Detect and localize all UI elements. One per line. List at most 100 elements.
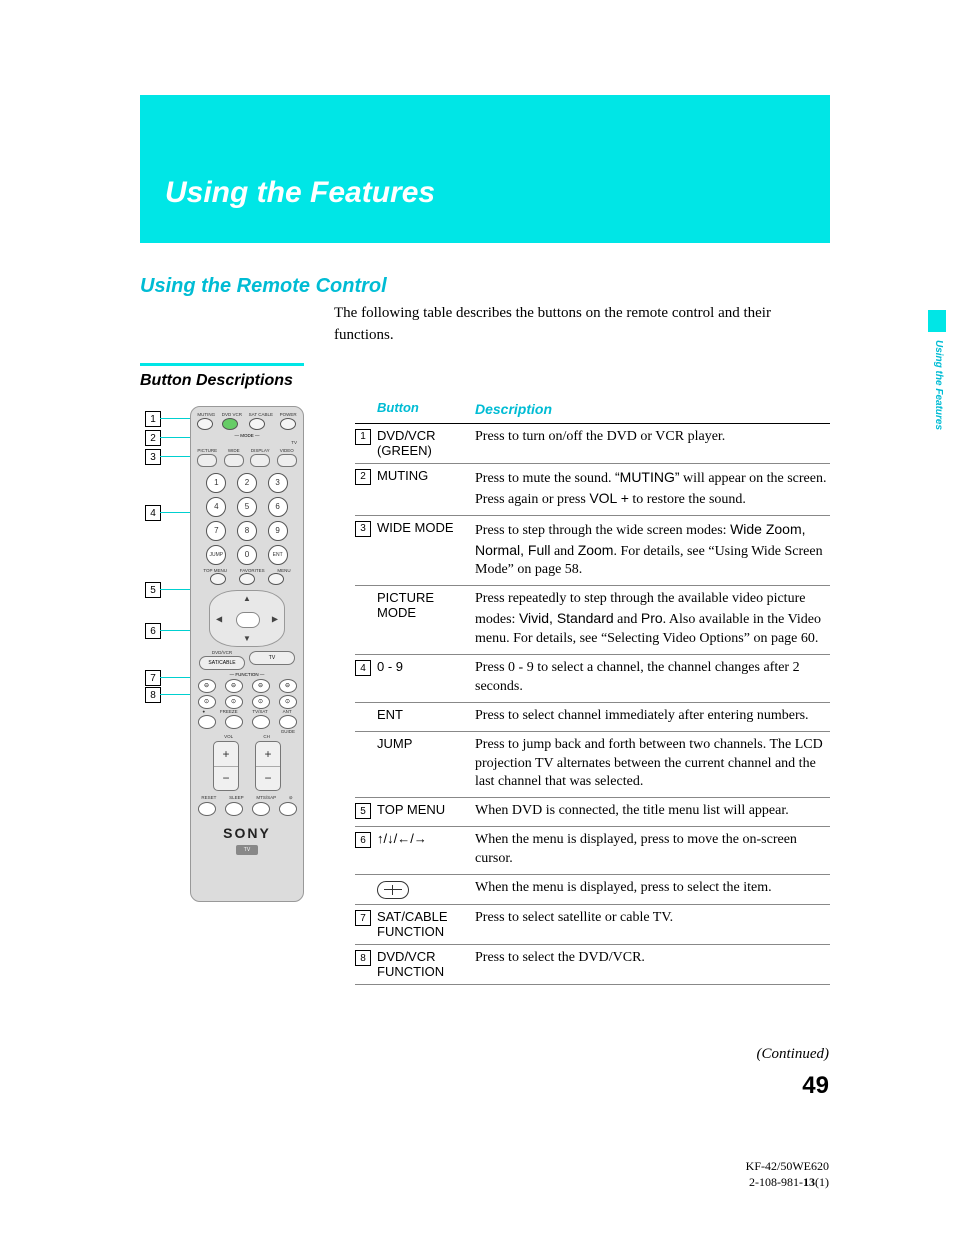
row-button-name: JUMP [377, 736, 475, 751]
lbl-wide: WIDE [224, 449, 244, 454]
numpad-5: 5 [237, 497, 257, 517]
numpad-9: 9 [268, 521, 288, 541]
subhead-rule [140, 363, 304, 366]
dpad: ▲▼ ◀▶ [209, 590, 285, 647]
row-number: 5 [355, 803, 371, 819]
footer: KF-42/50WE620 2-108-981-13(1) [746, 1159, 829, 1190]
numpad-3: 3 [268, 473, 288, 493]
row-description: Press to turn on/off the DVD or VCR play… [475, 428, 830, 447]
row-number: 3 [355, 521, 371, 537]
lbl-sleep: SLEEP [229, 796, 244, 801]
row-number: 6 [355, 832, 371, 848]
table-row: 2 MUTINGPress to mute the sound. “MUTING”… [355, 464, 830, 516]
lbl-mode: MODE [240, 433, 254, 438]
section-title: Using the Remote Control [140, 275, 387, 298]
lbl-power: POWER [280, 413, 297, 418]
table-row: 40 - 9Press 0 - 9 to select a channel, t… [355, 655, 830, 703]
table-row: 6 ↑/↓/←/→When the menu is displayed, pres… [355, 827, 830, 875]
continued-label: (Continued) [757, 1046, 830, 1063]
rocker-ch: +− [255, 741, 281, 791]
row-button-name: ↑/↓/←/→ [377, 831, 475, 846]
row-button-name: DVD/VCR (GREEN) [377, 428, 475, 458]
row-button-name [377, 879, 475, 899]
row-description: When the menu is displayed, press to mov… [475, 831, 830, 869]
numpad-4: 4 [206, 497, 226, 517]
numpad-6: 6 [268, 497, 288, 517]
lbl-menu: MENU [277, 569, 290, 574]
table-row: PICTURE MODEPress repeatedly to step thr… [355, 586, 830, 655]
numpad-0: 0 [237, 545, 257, 565]
row-description: Press 0 - 9 to select a channel, the cha… [475, 659, 830, 697]
pill-tv: TV [249, 651, 295, 665]
row-description: Press to jump back and forth between two… [475, 736, 830, 793]
lbl-tv: TV [291, 441, 297, 446]
row-description: Press to step through the wide screen mo… [475, 520, 830, 581]
page-number: 49 [802, 1072, 829, 1100]
row-description: Press repeatedly to step through the ava… [475, 590, 830, 649]
row-number: 2 [355, 469, 371, 485]
lbl-function: FUNCTION [235, 672, 258, 677]
table-row: 3 WIDE MODEPress to step through the wide… [355, 516, 830, 587]
footer-model: KF-42/50WE620 [746, 1159, 829, 1175]
pill-satcable: SAT/CABLE [199, 656, 245, 670]
numpad-1: 1 [206, 473, 226, 493]
remote-illustration: MUTING DVD VCR SAT CABLE POWER — MODE — … [190, 406, 304, 902]
table-row: 5 TOP MENUWhen DVD is connected, the titl… [355, 798, 830, 827]
table-row: ENTPress to select channel immediately a… [355, 703, 830, 732]
lbl-ant: ANT [283, 710, 292, 715]
row-button-name: WIDE MODE [377, 520, 475, 535]
callout-8: 8 [145, 687, 161, 703]
table-row: When the menu is displayed, press to sel… [355, 875, 830, 905]
button-table: Button Description 1DVD/VCR (GREEN)Press… [355, 400, 830, 985]
lbl-muting: MUTING [197, 413, 215, 418]
callout-2: 2 [145, 430, 161, 446]
row-description: Press to select channel immediately afte… [475, 707, 830, 726]
lbl-picture: PICTURE [197, 449, 217, 454]
callout-7: 7 [145, 670, 161, 686]
row-number: 4 [355, 660, 371, 676]
numpad-7: 7 [206, 521, 226, 541]
table-row: 7 SAT/CABLE FUNCTIONPress to select satel… [355, 905, 830, 945]
row-description: When the menu is displayed, press to sel… [475, 879, 830, 898]
th-button: Button [377, 400, 475, 419]
footer-part: 2-108-981-13(1) [746, 1175, 829, 1191]
chapter-header: Using the Features [140, 95, 830, 243]
lbl-ch: CH [263, 735, 270, 740]
row-description: Press to mute the sound. “MUTING” will a… [475, 468, 830, 510]
table-row: 8 DVD/VCR FUNCTIONPress to select the DVD… [355, 945, 830, 985]
brand-sony: SONY [191, 825, 303, 841]
row-button-name: DVD/VCR FUNCTION [377, 949, 475, 979]
side-tab-marker [928, 310, 946, 332]
lbl-tvsat: TV/SAT [252, 710, 267, 715]
row-description: Press to select the DVD/VCR. [475, 949, 830, 968]
numpad-8: 8 [237, 521, 257, 541]
row-description: Press to select satellite or cable TV. [475, 909, 830, 928]
table-row: JUMPPress to jump back and forth between… [355, 732, 830, 799]
callout-3: 3 [145, 449, 161, 465]
table-row: 1 DVD/VCR (GREEN)Press to turn on/off the… [355, 424, 830, 464]
row-button-name: TOP MENU [377, 802, 475, 817]
row-number: 8 [355, 950, 371, 966]
intro-text: The following table describes the button… [334, 303, 829, 347]
rocker-vol: +− [213, 741, 239, 791]
row-button-name: SAT/CABLE FUNCTION [377, 909, 475, 939]
row-button-name: PICTURE MODE [377, 590, 475, 620]
row-button-name: MUTING [377, 468, 475, 483]
tv-tag: TV [236, 845, 258, 855]
row-description: When DVD is connected, the title menu li… [475, 802, 830, 821]
callout-5: 5 [145, 582, 161, 598]
lbl-vol: VOL [224, 735, 233, 740]
lbl-mtssap: MTS/SAP [256, 796, 276, 801]
chapter-title: Using the Features [165, 176, 435, 210]
row-number: 7 [355, 910, 371, 926]
side-tab-text: Using the Features [933, 340, 944, 430]
btn-jump: JUMP [206, 545, 226, 565]
callout-6: 6 [145, 623, 161, 639]
lbl-satcable: SAT CABLE [249, 413, 273, 418]
callout-1: 1 [145, 411, 161, 427]
row-button-name: ENT [377, 707, 475, 722]
subhead: Button Descriptions [140, 372, 293, 390]
row-number: 1 [355, 429, 371, 445]
lbl-dvdvcr: DVD VCR [222, 413, 242, 418]
select-button-icon [377, 881, 409, 899]
